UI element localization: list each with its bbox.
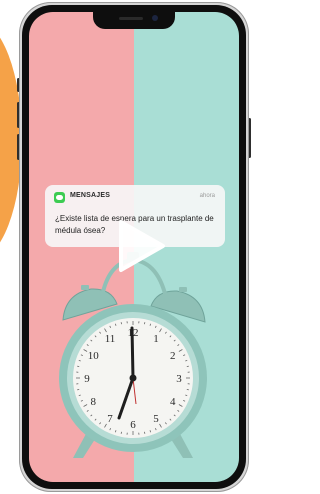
clock-tick xyxy=(120,431,122,434)
clock-tick xyxy=(120,322,122,325)
clock-tick xyxy=(186,365,189,367)
clock-number: 2 xyxy=(170,350,176,362)
video-thumbnail[interactable]: 121234567891011 MENSAJES ahora ¿Existe l… xyxy=(0,0,265,494)
clock-tick xyxy=(77,365,80,367)
clock-number: 9 xyxy=(84,373,90,385)
clock-number: 8 xyxy=(90,396,96,408)
clock-number: 1 xyxy=(153,333,159,345)
clock-number: 7 xyxy=(107,413,113,425)
clock-number: 6 xyxy=(130,419,136,431)
clock-tick xyxy=(144,322,146,325)
clock-tick xyxy=(77,389,80,391)
earpiece-speaker xyxy=(119,17,143,20)
front-camera xyxy=(152,15,158,21)
clock-center-pin xyxy=(129,374,137,382)
clock-number: 4 xyxy=(170,396,176,408)
phone-notch xyxy=(93,12,175,29)
phone-screen: 121234567891011 MENSAJES ahora ¿Existe l… xyxy=(29,12,239,482)
clock-number: 10 xyxy=(88,350,100,362)
clock-number: 3 xyxy=(176,373,182,385)
messages-icon xyxy=(54,192,65,203)
clock-tick xyxy=(186,389,189,391)
play-icon[interactable] xyxy=(115,218,167,274)
notification-time: ahora xyxy=(199,193,215,199)
clock-number: 11 xyxy=(105,333,116,345)
clock-number: 5 xyxy=(153,413,159,425)
notification-app-name: MENSAJES xyxy=(70,192,111,199)
clock-tick xyxy=(144,431,146,434)
clock-minute-hand xyxy=(130,326,135,380)
